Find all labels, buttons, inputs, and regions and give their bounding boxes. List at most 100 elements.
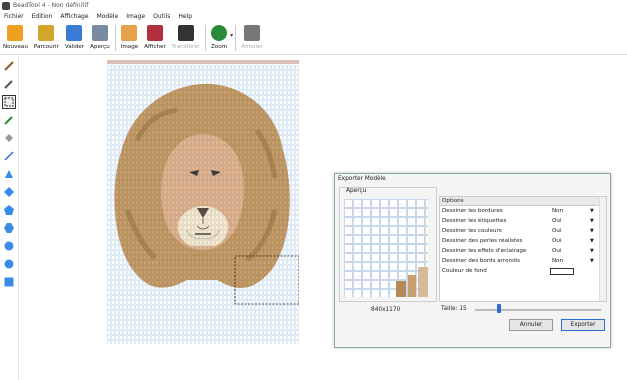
color-picker-icon: [4, 116, 13, 125]
square-tool[interactable]: [3, 276, 15, 288]
diamond-tool[interactable]: [3, 186, 15, 198]
print-preview-label: Aperçu: [90, 44, 110, 50]
options-scrollbar[interactable]: [599, 197, 606, 301]
option-row-realistic-beads[interactable]: Dessiner des perles réalistes Oui ▼: [440, 236, 606, 246]
eyedropper-icon: [4, 80, 13, 89]
save-button[interactable]: Valider: [62, 22, 87, 53]
chevron-down-icon[interactable]: ▼: [590, 216, 594, 226]
option-value[interactable]: Oui: [552, 226, 562, 236]
eyedropper-tool[interactable]: [3, 78, 15, 90]
line-tool[interactable]: [3, 150, 15, 162]
diamond-icon: [4, 187, 14, 197]
undo-button[interactable]: Annuler: [238, 22, 266, 53]
option-row-labels[interactable]: Dessiner les étiquettes Oui ▼: [440, 216, 606, 226]
menu-fichier[interactable]: Fichier: [0, 13, 28, 20]
triangle-tool[interactable]: [3, 168, 15, 180]
preview-image: [344, 199, 428, 297]
bg-color-swatch[interactable]: [550, 268, 574, 275]
option-row-colors[interactable]: Dessiner les couleurs Oui ▼: [440, 226, 606, 236]
option-value[interactable]: Non: [552, 206, 563, 216]
undo-icon: [243, 25, 260, 41]
hexagon-icon: [4, 223, 14, 233]
option-row-lighting[interactable]: Dessiner les effets d'éclairage Oui ▼: [440, 246, 606, 256]
pentagon-tool[interactable]: [3, 204, 15, 216]
size-slider-track[interactable]: [475, 309, 601, 311]
title-bar: BeadTool 4 - Non définitif: [0, 0, 627, 11]
export-dialog: Exporter Modèle Aperçu 840x1170 Options …: [334, 173, 611, 348]
options-panel: Options Dessiner les bordures Non ▼ Dess…: [439, 196, 607, 302]
zoom-icon: [211, 25, 228, 41]
pentagon-icon: [4, 205, 14, 215]
dialog-title: Exporter Modèle: [338, 176, 386, 182]
pencil-icon: [4, 61, 14, 71]
new-button[interactable]: Nouveau: [0, 22, 31, 53]
image-button[interactable]: Image: [118, 22, 142, 53]
hexagon-tool[interactable]: [3, 222, 15, 234]
menu-affichage[interactable]: Affichage: [56, 13, 92, 20]
image-label: Image: [120, 44, 139, 50]
transfer-icon: [177, 25, 194, 41]
ring-tool[interactable]: [3, 258, 15, 270]
app-icon: [2, 1, 10, 10]
open-button[interactable]: Parcourir: [31, 22, 62, 53]
option-value[interactable]: Oui: [552, 236, 562, 246]
chevron-down-icon[interactable]: ▼: [590, 236, 594, 246]
chevron-down-icon[interactable]: ▼: [590, 206, 594, 216]
open-label: Parcourir: [33, 44, 59, 50]
option-name: Dessiner les effets d'éclairage: [442, 248, 527, 254]
option-name: Dessiner les couleurs: [442, 228, 502, 234]
display-label: Afficher: [144, 44, 166, 50]
option-row-rounded-edges[interactable]: Dessiner des bords arrondis Non ▼: [440, 256, 606, 266]
zoom-label: Zoom: [210, 44, 228, 50]
chevron-down-icon[interactable]: ▼: [590, 256, 594, 266]
chevron-down-icon[interactable]: ▼: [590, 226, 594, 236]
options-header: Options: [440, 197, 606, 206]
option-name: Dessiner des perles réalistes: [442, 238, 523, 244]
pencil-tool[interactable]: [3, 60, 15, 72]
display-icon: [147, 25, 164, 41]
save-label: Valider: [64, 44, 85, 50]
zoom-button[interactable]: Zoom: [208, 22, 230, 53]
toolbar: Nouveau Parcourir Valider Aperçu Image A…: [0, 22, 627, 55]
preview-label: Aperçu: [345, 188, 368, 194]
menu-modele[interactable]: Modèle: [93, 13, 123, 20]
fill-bucket-tool[interactable]: [3, 132, 15, 144]
option-row-borders[interactable]: Dessiner les bordures Non ▼: [440, 206, 606, 216]
circle-icon: [4, 259, 14, 269]
rectangle-select-tool[interactable]: [2, 95, 16, 109]
toolbar-separator: [235, 25, 237, 51]
export-button[interactable]: Exporter: [561, 319, 605, 331]
preview-size: 840x1170: [371, 307, 401, 313]
print-preview-button[interactable]: Aperçu: [87, 22, 113, 53]
color-picker-tool[interactable]: [3, 114, 15, 126]
menu-help[interactable]: Help: [174, 13, 196, 20]
option-name: Couleur de fond: [442, 268, 487, 274]
triangle-icon: [5, 170, 13, 178]
transfer-label: Transférer: [171, 44, 200, 50]
bead-pattern[interactable]: [107, 60, 299, 344]
chevron-down-icon[interactable]: ▼: [590, 246, 594, 256]
bead-pattern-canvas[interactable]: [107, 60, 299, 344]
circle-tool[interactable]: [3, 240, 15, 252]
option-value[interactable]: Non: [552, 256, 563, 266]
display-button[interactable]: Afficher: [141, 22, 169, 53]
option-name: Dessiner les étiquettes: [442, 218, 507, 224]
toolbar-separator: [114, 25, 116, 51]
option-value[interactable]: Oui: [552, 246, 562, 256]
menu-bar: Fichier Edition Affichage Modèle Image O…: [0, 11, 627, 21]
option-name: Dessiner des bords arrondis: [442, 258, 521, 264]
menu-outils[interactable]: Outils: [149, 13, 174, 20]
menu-edition[interactable]: Edition: [28, 13, 57, 20]
tool-palette: [0, 56, 19, 380]
zoom-dropdown-icon[interactable]: ▾: [230, 32, 233, 39]
circle-icon: [4, 241, 14, 251]
menu-image[interactable]: Image: [122, 13, 149, 20]
size-slider-thumb[interactable]: [497, 304, 501, 313]
size-label: Taille: 15: [441, 306, 467, 312]
option-value[interactable]: Oui: [552, 216, 562, 226]
save-icon: [66, 25, 83, 41]
transfer-button[interactable]: Transférer: [169, 22, 203, 53]
cancel-button[interactable]: Annuler: [509, 319, 553, 331]
toolbar-separator: [204, 25, 206, 51]
option-row-bg-color[interactable]: Couleur de fond: [440, 266, 606, 276]
